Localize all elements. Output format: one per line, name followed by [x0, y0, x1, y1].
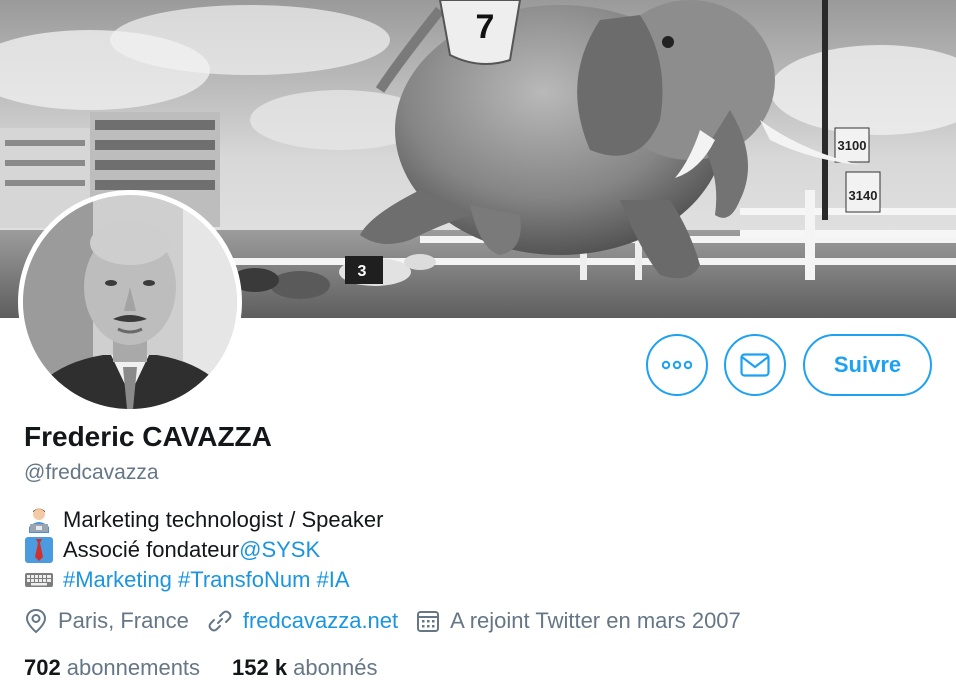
technologist-emoji-icon	[29, 508, 49, 533]
location: Paris, France	[24, 608, 189, 634]
message-button[interactable]	[724, 334, 786, 396]
profile-name: Frederic CAVAZZA	[24, 421, 272, 452]
bio-line-1-text: Marketing technologist / Speaker	[63, 507, 384, 532]
location-pin-icon	[25, 608, 47, 634]
location-text: Paris, France	[58, 608, 189, 633]
hashtag-link[interactable]: #IA	[317, 565, 350, 595]
bio-line-2: Associé fondateur @SYSK	[24, 535, 383, 565]
followers-count: 152 k	[232, 655, 288, 680]
follow-button[interactable]: Suivre	[803, 334, 932, 396]
bio-line-3: #Marketing #TransfoNum #IA	[24, 565, 383, 595]
link-icon	[208, 610, 232, 632]
envelope-icon	[740, 353, 770, 377]
website: fredcavazza.net	[207, 608, 398, 634]
avatar-photo	[23, 195, 237, 409]
hashtag-link[interactable]: #TransfoNum	[178, 565, 310, 595]
followers-label: abonnés	[293, 655, 378, 680]
website-link[interactable]: fredcavazza.net	[243, 608, 398, 634]
followers-stat[interactable]: 152 k abonnés	[232, 655, 377, 681]
hashtag-link[interactable]: #Marketing	[63, 565, 172, 595]
distance-sign-1: 3100	[838, 138, 867, 153]
following-label: abonnements	[66, 655, 201, 680]
more-options-button[interactable]	[646, 334, 708, 396]
profile-bio: Marketing technologist / Speaker Associé…	[24, 505, 383, 595]
avatar[interactable]	[18, 190, 242, 414]
mention-link[interactable]: @SYSK	[239, 535, 320, 565]
more-dots-icon	[662, 360, 692, 370]
profile-meta: Paris, France fredcavazza.net A rejoint …	[24, 608, 759, 634]
following-count: 702	[24, 655, 61, 680]
necktie-emoji-icon	[25, 537, 53, 563]
dog-number: 3	[358, 263, 367, 280]
profile-stats: 702 abonnements 152 k abonnés	[24, 655, 410, 681]
profile-handle: @fredcavazza	[24, 461, 159, 484]
join-date: A rejoint Twitter en mars 2007	[416, 608, 741, 634]
calendar-icon	[417, 611, 440, 632]
join-date-text: A rejoint Twitter en mars 2007	[450, 608, 741, 633]
saddle-number: 7	[476, 8, 495, 46]
distance-sign-2: 3140	[849, 188, 878, 203]
keyboard-emoji-icon	[25, 573, 53, 587]
bio-line-1: Marketing technologist / Speaker	[24, 505, 383, 535]
bio-line-2-text: Associé fondateur	[63, 537, 240, 562]
following-stat[interactable]: 702 abonnements	[24, 655, 200, 681]
